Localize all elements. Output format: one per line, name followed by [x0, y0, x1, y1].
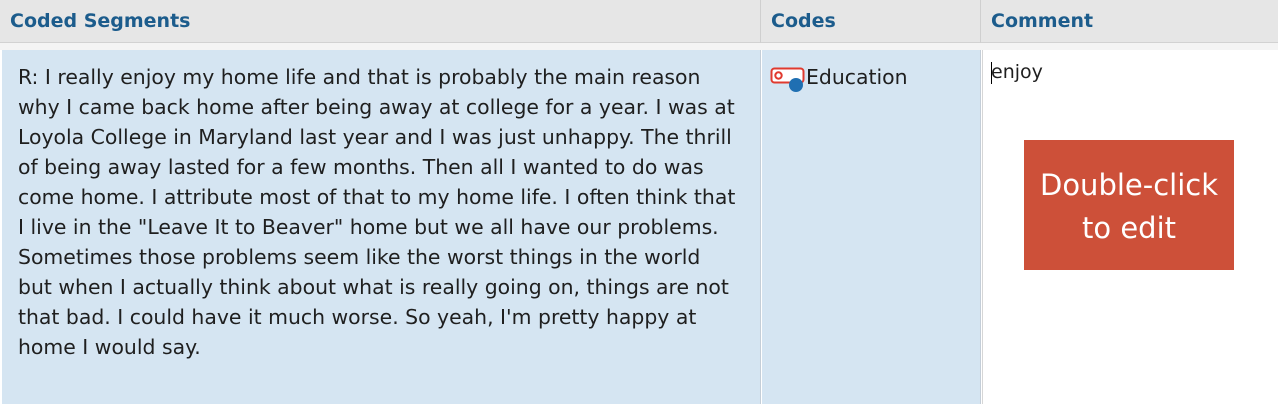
overlay-line-2: to edit: [1081, 211, 1176, 245]
comment-input[interactable]: enjoy: [991, 61, 1043, 83]
comment-cell[interactable]: enjoy Double-click to edit: [982, 50, 1278, 404]
code-tag-icon: [770, 64, 806, 92]
codes-cell[interactable]: Education: [762, 50, 981, 404]
column-header-coded-segments[interactable]: Coded Segments: [0, 0, 761, 43]
table-header: Coded Segments Codes Comment: [0, 0, 1278, 43]
coded-segments-table: Coded Segments Codes Comment R: I really…: [0, 0, 1278, 404]
double-click-to-edit-overlay[interactable]: Double-click to edit: [1024, 140, 1234, 270]
overlay-line-1: Double-click: [1039, 168, 1219, 202]
table-row[interactable]: R: I really enjoy my home life and that …: [0, 43, 1278, 404]
column-header-codes[interactable]: Codes: [761, 0, 981, 43]
segment-text-cell[interactable]: R: I really enjoy my home life and that …: [2, 50, 761, 404]
row-separator: [0, 43, 1278, 50]
code-label: Education: [806, 65, 908, 89]
code-tag[interactable]: Education: [770, 64, 908, 92]
column-header-comment[interactable]: Comment: [981, 0, 1278, 43]
